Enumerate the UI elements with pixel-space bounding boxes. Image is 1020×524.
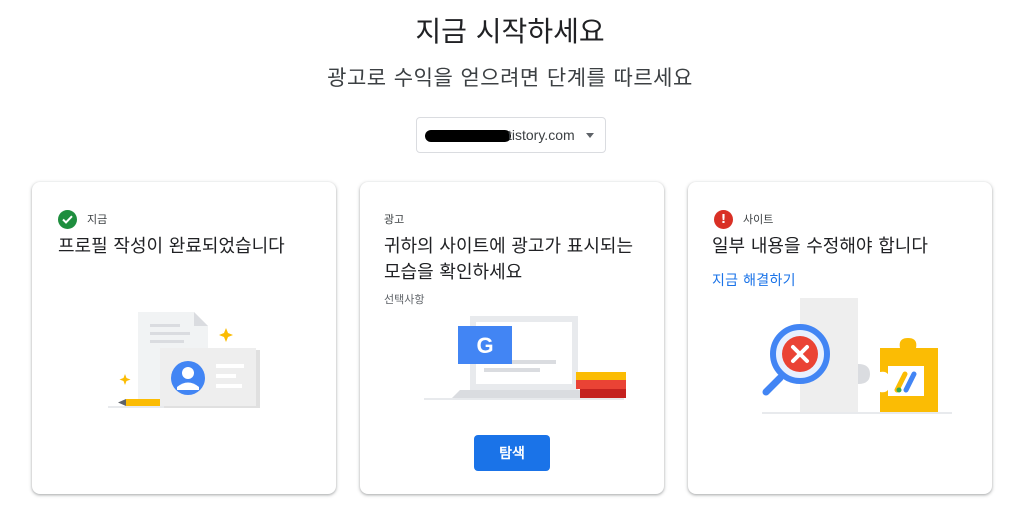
site-selector[interactable]: tistory.com <box>416 117 606 153</box>
profile-status-label: 지금 <box>87 213 108 226</box>
svg-text:G: G <box>476 333 493 358</box>
site-issue-illustration <box>762 298 952 414</box>
site-status-label: 사이트 <box>743 213 774 226</box>
site-selector-value: tistory.com <box>508 127 575 143</box>
check-circle-icon <box>58 209 77 229</box>
fix-now-link[interactable]: 지금 해결하기 <box>712 270 796 290</box>
redacted-site-prefix <box>425 130 511 142</box>
profile-card: 지금 프로필 작성이 완료되었습니다 <box>32 182 336 494</box>
optional-label: 선택사항 <box>384 293 425 306</box>
explore-button[interactable]: 탐색 <box>474 435 550 471</box>
profile-illustration <box>108 312 260 408</box>
profile-card-heading: 프로필 작성이 완료되었습니다 <box>58 236 285 257</box>
alert-circle-icon: ! <box>714 209 733 229</box>
ads-status-label: 광고 <box>384 213 405 226</box>
ads-status: 광고 <box>384 209 404 229</box>
site-card: ! 사이트 일부 내용을 수정해야 합니다 지금 해결하기 <box>688 182 992 494</box>
ads-preview-illustration: G <box>424 316 626 400</box>
ads-card-heading: 귀하의 사이트에 광고가 표시되는 모습을 확인하세요 <box>384 236 634 283</box>
site-card-heading: 일부 내용을 수정해야 합니다 <box>712 236 928 257</box>
ads-preview-card: 광고 귀하의 사이트에 광고가 표시되는 모습을 확인하세요 선택사항 G 탐색 <box>360 182 664 494</box>
dropdown-arrow-icon <box>586 133 594 138</box>
page-title: 지금 시작하세요 <box>415 15 605 48</box>
profile-status: 지금 <box>58 209 107 229</box>
site-status: ! 사이트 <box>714 209 773 229</box>
page-subtitle: 광고로 수익을 얻으려면 단계를 따르세요 <box>327 66 693 90</box>
